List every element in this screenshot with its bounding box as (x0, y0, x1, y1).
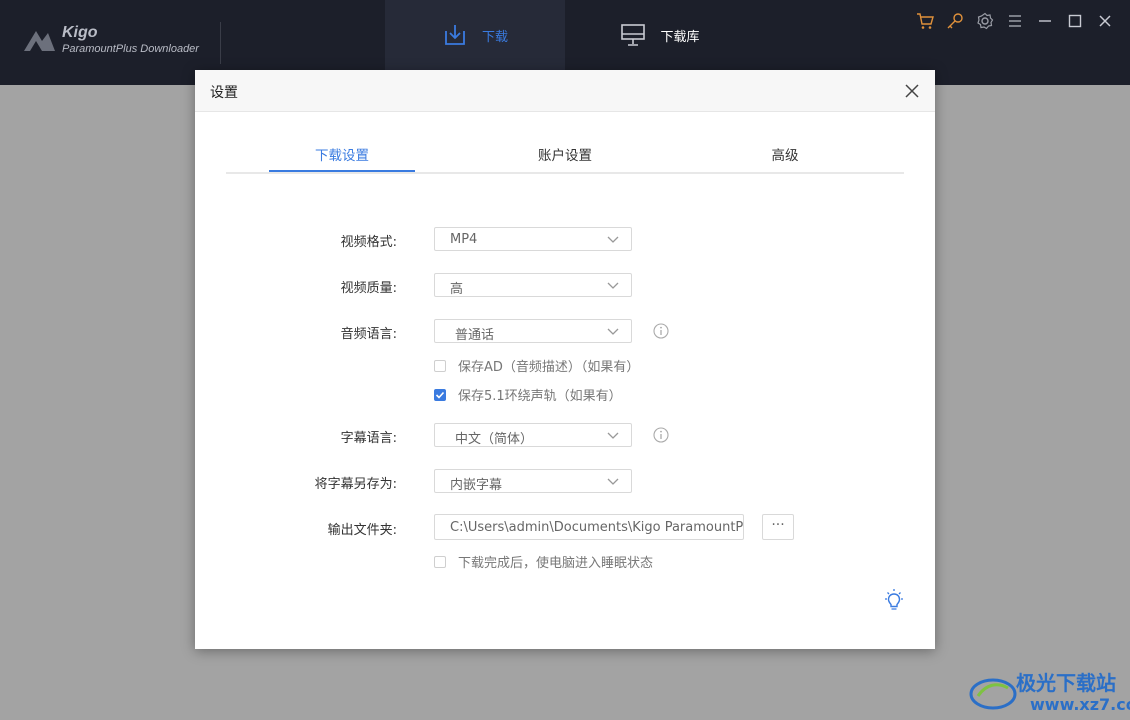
cart-button[interactable] (910, 10, 940, 32)
save-51-option[interactable]: 保存5.1环绕声轨（如果有） (434, 385, 622, 404)
video-format-value: MP4 (450, 232, 478, 247)
watermark-url: www.xz7.com (1030, 695, 1130, 714)
minimize-button[interactable] (1030, 10, 1060, 32)
maximize-button[interactable] (1060, 10, 1090, 32)
hamburger-menu-icon (1009, 15, 1021, 27)
save-ad-option[interactable]: 保存AD（音频描述）（如果有） (434, 356, 639, 375)
window-controls (910, 10, 1120, 32)
chevron-down-icon (607, 236, 619, 243)
save-ad-checkbox[interactable] (434, 359, 446, 372)
subtitle-language-select[interactable]: 中文（简体） (434, 423, 632, 447)
app-logo: Kigo ParamountPlus Downloader (22, 24, 199, 56)
minimize-icon (1039, 20, 1051, 22)
monitor-icon (621, 24, 646, 46)
video-format-select[interactable]: MP4 (434, 227, 632, 251)
video-format-label: 视频格式: (340, 235, 397, 250)
settings-tabs: 下载设置 账户设置 高级 (226, 140, 904, 174)
video-quality-value: 高 (450, 282, 464, 297)
video-quality-label: 视频质量: (340, 281, 397, 296)
register-button[interactable] (940, 10, 970, 32)
chevron-down-icon (607, 432, 619, 439)
titlebar-divider (220, 22, 221, 64)
output-folder-value: C:\Users\admin\Documents\Kigo ParamountP… (450, 520, 744, 535)
output-folder-input[interactable]: C:\Users\admin\Documents\Kigo ParamountP… (434, 514, 744, 540)
nav-download-label: 下载 (481, 29, 508, 45)
chevron-down-icon (607, 328, 619, 335)
logo-subtitle: ParamountPlus Downloader (62, 43, 199, 55)
video-quality-select[interactable]: 高 (434, 273, 632, 297)
output-folder-label: 输出文件夹: (327, 523, 397, 538)
menu-button[interactable] (1000, 10, 1030, 32)
tab-account-settings[interactable]: 账户设置 (492, 144, 638, 170)
maximize-icon (1068, 14, 1082, 28)
checkmark-icon (435, 391, 445, 399)
save-ad-text: 保存AD（音频描述）（如果有） (458, 360, 640, 375)
tab-advanced[interactable]: 高级 (712, 144, 858, 170)
audio-language-select[interactable]: 普通话 (434, 319, 632, 343)
dialog-header: 设置 (195, 70, 935, 112)
audio-language-value: 普通话 (455, 328, 495, 343)
sleep-after-download-text: 下载完成后，使电脑进入睡眠状态 (458, 556, 654, 571)
subtitle-language-info-icon[interactable] (653, 427, 669, 443)
gear-icon (977, 12, 994, 30)
sleep-after-download-option[interactable]: 下载完成后，使电脑进入睡眠状态 (434, 552, 653, 571)
active-tab-indicator (269, 170, 415, 172)
audio-language-info-icon[interactable] (653, 323, 669, 339)
save-51-text: 保存5.1环绕声轨（如果有） (458, 389, 622, 404)
chevron-down-icon (607, 282, 619, 289)
watermark-logo-icon (969, 678, 1017, 710)
subtitle-language-label: 字幕语言: (340, 431, 397, 446)
close-window-button[interactable] (1090, 10, 1120, 32)
chevron-down-icon (607, 478, 619, 485)
subtitle-save-as-select[interactable]: 内嵌字幕 (434, 469, 632, 493)
close-icon (1099, 15, 1111, 27)
browse-folder-button[interactable]: ··· (762, 514, 794, 540)
cart-icon (917, 13, 934, 29)
dialog-title: 设置 (210, 85, 238, 101)
nav-tab-download[interactable]: 下载 (385, 0, 565, 70)
download-icon (445, 25, 465, 45)
settings-button[interactable] (970, 10, 1000, 32)
nav-tab-library[interactable]: 下载库 (590, 0, 730, 70)
nav-library-label: 下载库 (660, 29, 700, 45)
subtitle-save-as-label: 将字幕另存为: (314, 477, 397, 492)
save-51-checkbox[interactable] (434, 388, 446, 401)
tab-download-settings[interactable]: 下载设置 (269, 144, 415, 170)
subtitle-language-value: 中文（简体） (455, 432, 534, 447)
dialog-close-icon[interactable] (903, 82, 921, 100)
watermark-text: 极光下载站 (1016, 671, 1116, 695)
lightbulb-icon[interactable] (883, 588, 905, 612)
settings-dialog: 设置 下载设置 账户设置 高级 视频格式: MP4 视频质量: 高 音频语言: … (195, 70, 935, 649)
logo-name: Kigo (62, 24, 98, 41)
subtitle-save-as-value: 内嵌字幕 (450, 478, 503, 493)
sleep-after-download-checkbox[interactable] (434, 555, 446, 568)
kigo-logo-icon (24, 31, 55, 51)
key-icon (947, 13, 963, 29)
site-watermark: 极光下载站 www.xz7.com (968, 664, 1130, 720)
audio-language-label: 音频语言: (340, 327, 397, 342)
